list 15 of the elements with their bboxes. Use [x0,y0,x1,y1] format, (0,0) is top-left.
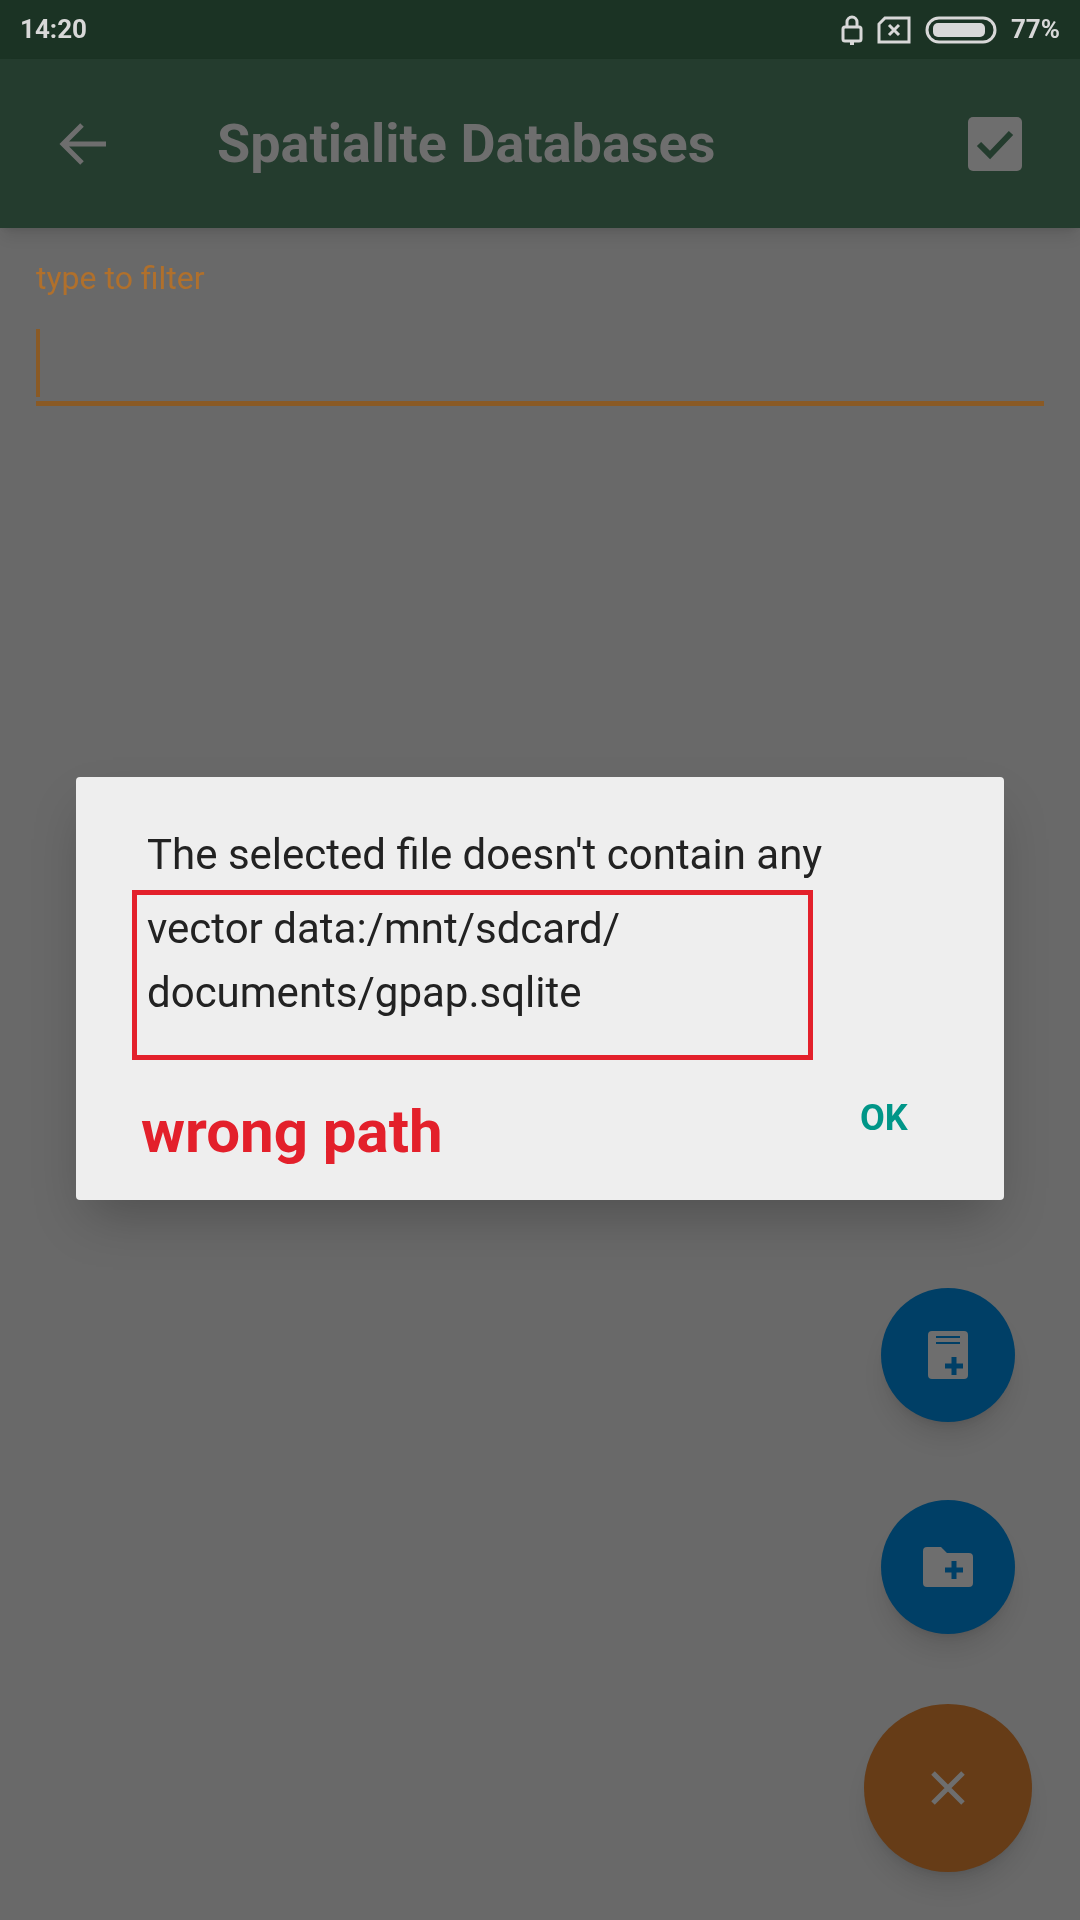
add-folder-icon [923,1547,973,1587]
checkbox-icon[interactable] [968,116,1022,171]
app-bar-title: Spatialite Databases [217,111,717,177]
add-document-icon [928,1331,968,1379]
filter-label: type to filter [36,258,206,299]
battery-percent: 77% [1010,13,1060,46]
file-path-text: vector data:/mnt/sdcard/ documents/gpap.sqlite [147,903,622,1019]
no-sim-icon [876,15,911,44]
dialog-message: The selected file doesn't contain any [147,829,824,881]
status-time: 14:20 [20,13,87,46]
ok-button[interactable]: OK [836,1077,932,1159]
close-icon [930,1770,966,1806]
lock-icon [840,14,863,45]
annotation-label: wrong path [141,1095,443,1169]
battery-icon [924,15,997,44]
